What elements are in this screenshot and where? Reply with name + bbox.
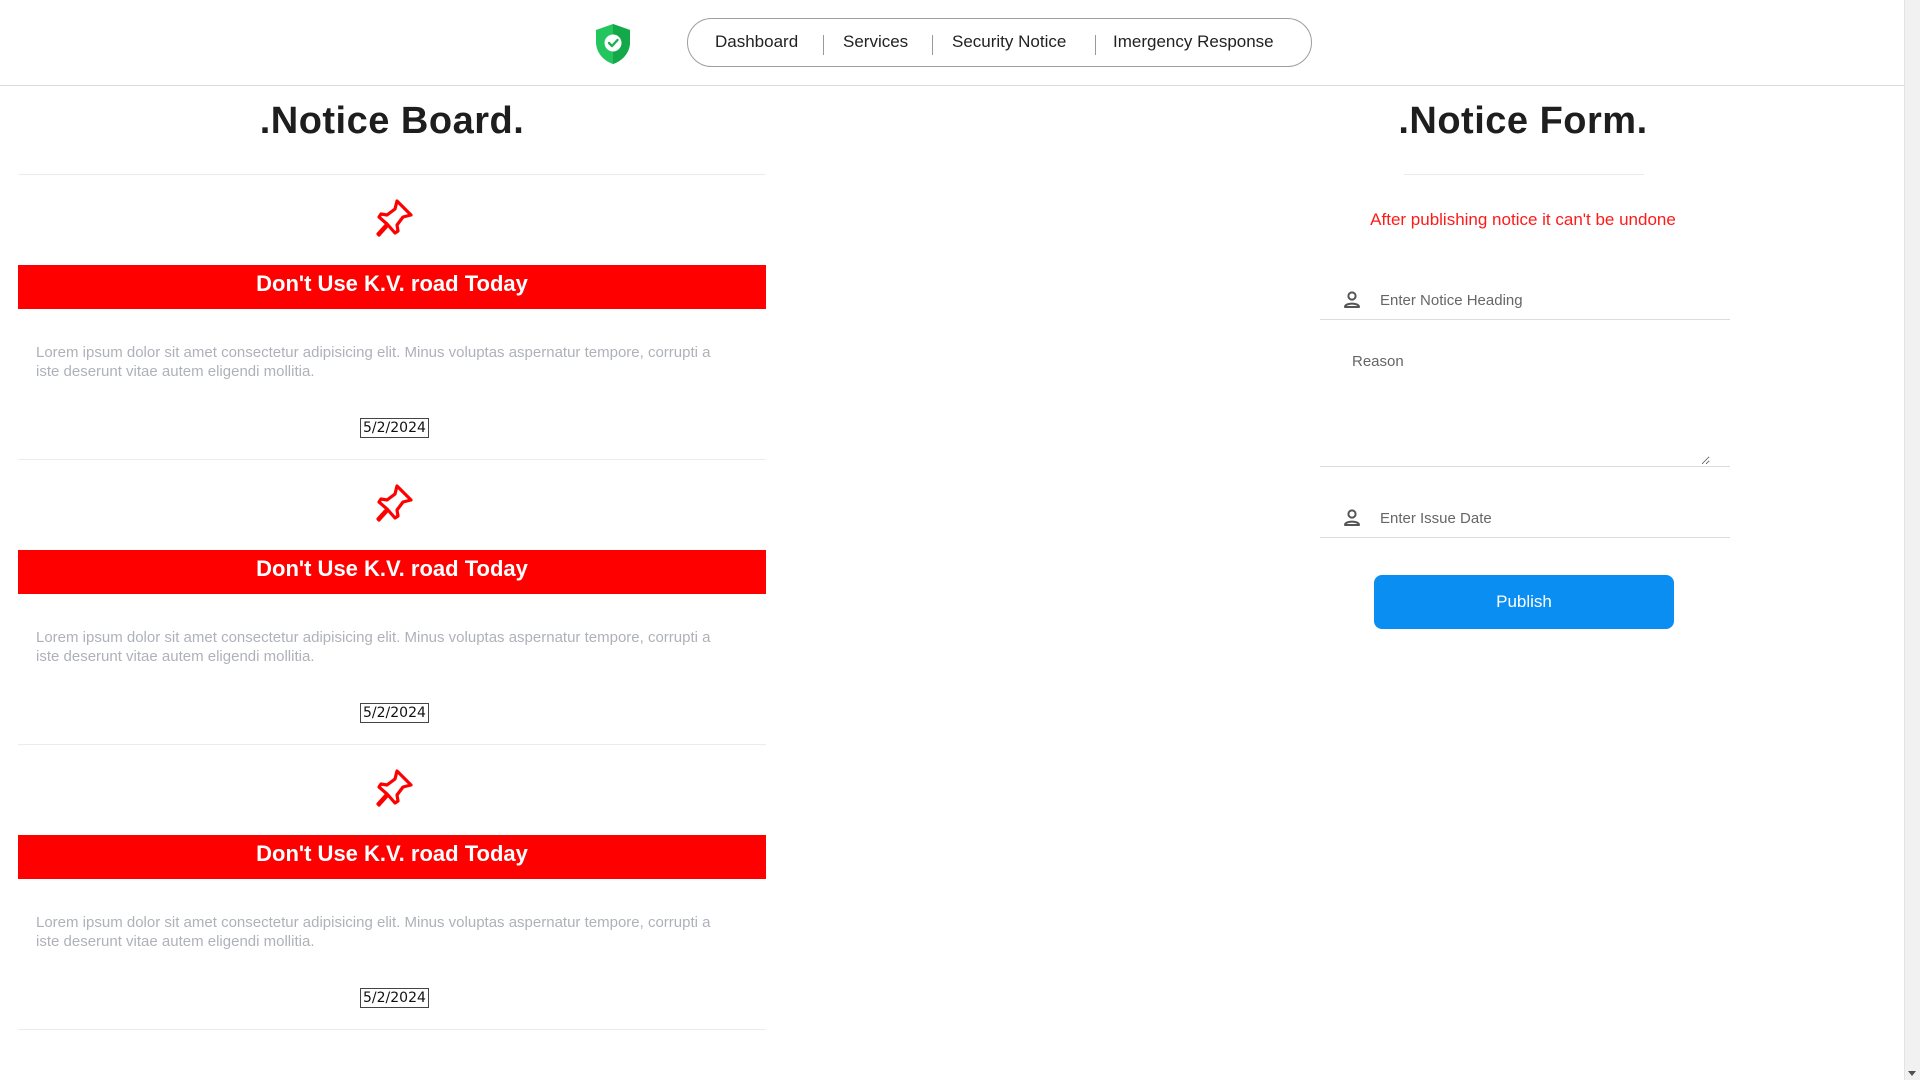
nav-divider xyxy=(823,35,824,55)
notice-date: 5/2/2024 xyxy=(360,988,429,1008)
notice-card: Don't Use K.V. road Today Lorem ipsum do… xyxy=(18,460,766,745)
divider xyxy=(1404,174,1644,175)
pin-icon xyxy=(376,199,413,237)
notice-heading-field xyxy=(1320,280,1730,320)
nav-divider xyxy=(1095,35,1096,55)
nav-imergency-response[interactable]: Imergency Response xyxy=(1113,32,1274,52)
nav-divider xyxy=(932,35,933,55)
notice-heading-input[interactable] xyxy=(1380,280,1710,320)
publish-warning: After publishing notice it can't be undo… xyxy=(1370,210,1676,229)
notice-heading: Don't Use K.V. road Today xyxy=(18,265,766,309)
notice-board-title: .Notice Board. xyxy=(259,100,525,142)
main-nav: Dashboard Services Security Notice Imerg… xyxy=(687,18,1312,67)
reason-field xyxy=(1320,345,1730,467)
notice-heading: Don't Use K.V. road Today xyxy=(18,835,766,879)
notice-body: Lorem ipsum dolor sit amet consectetur a… xyxy=(36,629,711,665)
pin-icon xyxy=(376,484,413,522)
notice-body: Lorem ipsum dolor sit amet consectetur a… xyxy=(36,344,711,380)
notice-heading: Don't Use K.V. road Today xyxy=(18,550,766,594)
nav-security-notice[interactable]: Security Notice xyxy=(952,32,1066,52)
notice-form-title: .Notice Form. xyxy=(1398,100,1648,142)
publish-button[interactable]: Publish xyxy=(1374,575,1674,629)
reason-textarea[interactable] xyxy=(1352,353,1710,465)
vertical-scrollbar[interactable] xyxy=(1904,0,1920,1080)
user-icon xyxy=(1344,509,1360,526)
notice-date: 5/2/2024 xyxy=(360,418,429,438)
issue-date-input[interactable] xyxy=(1380,498,1710,538)
notice-date: 5/2/2024 xyxy=(360,703,429,723)
top-header: Dashboard Services Security Notice Imerg… xyxy=(0,0,1904,86)
user-icon xyxy=(1344,291,1360,308)
notice-card: Don't Use K.V. road Today Lorem ipsum do… xyxy=(18,175,766,460)
notice-card: Don't Use K.V. road Today Lorem ipsum do… xyxy=(18,745,766,1030)
issue-date-field xyxy=(1320,498,1730,538)
notice-body: Lorem ipsum dolor sit amet consectetur a… xyxy=(36,914,711,950)
shield-check-icon[interactable] xyxy=(593,22,633,66)
scroll-down-arrow-icon[interactable] xyxy=(1908,1071,1916,1076)
nav-services[interactable]: Services xyxy=(843,32,908,52)
pin-icon xyxy=(376,769,413,807)
nav-dashboard[interactable]: Dashboard xyxy=(715,32,798,52)
